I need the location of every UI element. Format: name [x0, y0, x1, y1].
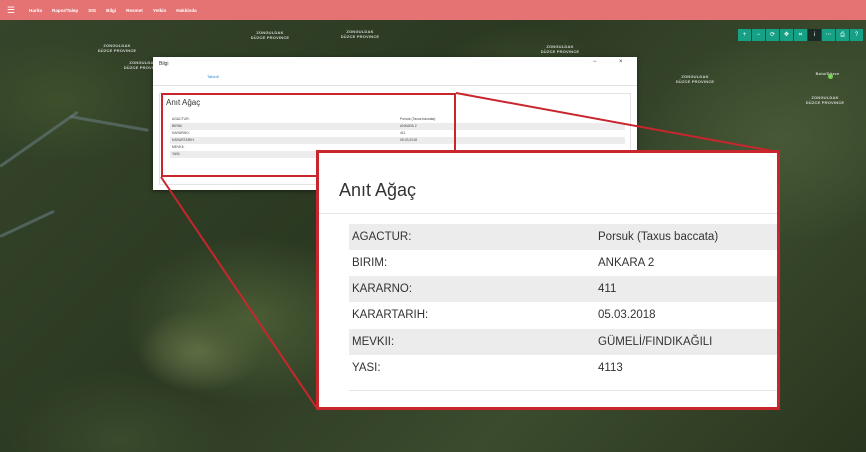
attribute-value: 4113	[598, 362, 623, 374]
attribute-value: 411	[598, 283, 617, 295]
river	[69, 115, 150, 132]
map-place-label: ZONGULDAK DÜZCE PROVINCE	[805, 95, 845, 105]
nav-item-harita[interactable]: Harita	[29, 8, 42, 13]
attribute-row: BIRIM: ANKARA 2	[349, 250, 777, 276]
nav-item-hakkinda[interactable]: Hakkinda	[176, 8, 196, 13]
attribute-row: YASI: 4113	[349, 355, 777, 381]
attribute-row: KARARNO: 411	[349, 276, 777, 302]
attribute-value: GÜMELİ/FINDIKAĞILI	[598, 336, 713, 348]
callout-title: Anıt Ağaç	[339, 180, 417, 200]
map-marker[interactable]	[828, 74, 833, 79]
measure-button[interactable]: ⋯	[822, 29, 835, 41]
divider	[153, 85, 637, 86]
nav-item-bilgi[interactable]: Bilgi	[106, 8, 116, 13]
menu-icon[interactable]: ☰	[7, 5, 17, 15]
attribute-key: YASI:	[352, 362, 381, 374]
zoom-out-button[interactable]: −	[752, 29, 765, 41]
attribute-key: KARARNO:	[352, 283, 413, 295]
minimize-button[interactable]: −	[593, 59, 597, 65]
map-toolbar: + − ⟳ ✥ ⌗ i ⋯ ⎙ ?	[738, 29, 864, 41]
tab-tablo6[interactable]: Tablo6	[207, 74, 219, 79]
divider	[349, 390, 777, 391]
attribute-key: KARARTARIH:	[352, 309, 429, 321]
top-navbar: ☰ Harita Rapor/Talep SIG Bilgi Resmet Ye…	[0, 0, 866, 20]
attribute-value: 05.03.2018	[598, 309, 656, 321]
river	[0, 209, 56, 238]
nav-item-rapor-talep[interactable]: Rapor/Talep	[52, 8, 78, 13]
nav-item-yetkin[interactable]: Yetkin	[153, 8, 167, 13]
help-button[interactable]: ?	[850, 29, 863, 41]
zoomed-callout: Anıt Ağaç AGACTUR: Porsuk (Taxus baccata…	[316, 150, 780, 410]
attribute-row: AGACTUR: Porsuk (Taxus baccata)	[349, 224, 777, 250]
map-place-label: ZONGULDAK DÜZCE PROVINCE	[675, 74, 715, 84]
zoom-in-button[interactable]: +	[738, 29, 751, 41]
divider	[319, 213, 777, 214]
close-button[interactable]: ×	[619, 59, 623, 65]
map-place-label: ZONGULDAK DÜZCE PROVINCE	[250, 30, 290, 40]
dialog-title: Bilgi	[159, 61, 169, 67]
attribute-value: ANKARA 2	[598, 257, 655, 269]
nav-item-sig[interactable]: SIG	[88, 8, 96, 13]
attribute-key: AGACTUR:	[352, 231, 412, 243]
map-place-label: ZONGULDAK DÜZCE PROVINCE	[540, 44, 580, 54]
attribute-row: KARARTARIH: 05.03.2018	[349, 302, 777, 328]
attribute-value: Porsuk (Taxus baccata)	[598, 231, 719, 243]
locate-button[interactable]: ✥	[780, 29, 793, 41]
river	[0, 110, 79, 168]
map-place-label: ZONGULDAK DÜZCE PROVINCE	[340, 29, 380, 39]
print-button[interactable]: ⎙	[836, 29, 849, 41]
attribute-row: MEVKII: GÜMELİ/FINDIKAĞILI	[349, 329, 777, 355]
nav-item-resmet[interactable]: Resmet	[126, 8, 143, 13]
grid-button[interactable]: ⌗	[794, 29, 807, 41]
refresh-button[interactable]: ⟳	[766, 29, 779, 41]
map-place-label: ZONGULDAK DÜZCE PROVINCE	[97, 43, 137, 53]
attribute-key: MEVKII:	[352, 336, 395, 348]
attribute-key: BIRIM:	[352, 257, 388, 269]
info-button[interactable]: i	[808, 29, 821, 41]
